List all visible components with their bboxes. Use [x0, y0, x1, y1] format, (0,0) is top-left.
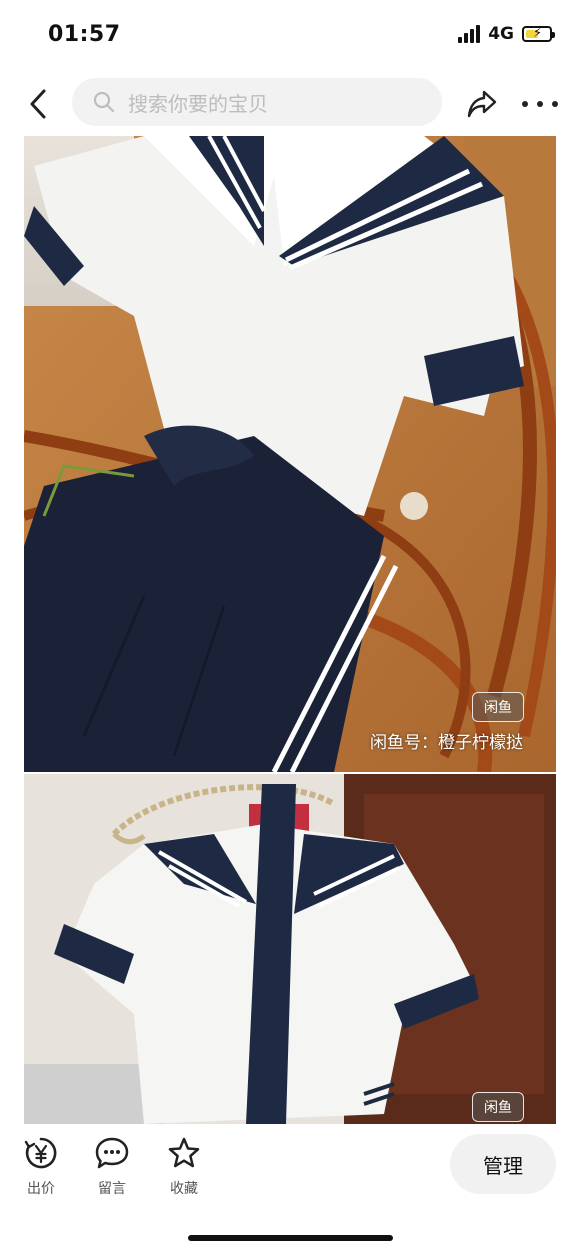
battery-icon: ⚡	[522, 26, 555, 42]
top-nav: 搜索你要的宝贝	[0, 78, 580, 128]
charging-bolt-icon: ⚡	[533, 26, 543, 41]
network-type: 4G	[488, 24, 514, 44]
blouse-on-hanger-image	[24, 774, 556, 1124]
manage-button[interactable]: 管理	[450, 1134, 556, 1194]
comment-button[interactable]: 留言	[87, 1136, 137, 1198]
yen-coin-icon	[24, 1137, 57, 1169]
share-button[interactable]	[462, 86, 502, 122]
xianyu-watermark-logo: 闲鱼	[472, 1092, 524, 1122]
xianyu-watermark-logo: 闲鱼	[472, 692, 524, 722]
star-icon	[168, 1137, 200, 1168]
status-indicators: 4G ⚡	[458, 24, 555, 44]
xianyu-watermark-text: 闲鱼号：橙子柠檬挞	[370, 733, 523, 753]
signal-icon	[458, 25, 481, 43]
favorite-label: 收藏	[170, 1181, 198, 1197]
share-arrow-icon	[467, 90, 497, 118]
more-dot-icon	[537, 101, 543, 107]
bid-label: 出价	[27, 1181, 55, 1197]
more-dot-icon	[552, 101, 558, 107]
product-photo-2[interactable]: 闲鱼	[24, 774, 556, 1124]
favorite-button[interactable]: 收藏	[159, 1136, 209, 1198]
bid-button[interactable]: 出价	[16, 1136, 66, 1198]
uniform-on-chair-image	[24, 136, 556, 772]
status-time: 01:57	[48, 22, 121, 47]
more-options-button[interactable]	[522, 92, 558, 116]
more-dot-icon	[522, 101, 528, 107]
chat-bubble-icon	[95, 1137, 129, 1169]
search-placeholder: 搜索你要的宝贝	[128, 91, 268, 116]
home-indicator[interactable]	[188, 1235, 393, 1241]
comment-label: 留言	[98, 1181, 126, 1197]
back-button[interactable]	[20, 84, 56, 124]
status-bar: 01:57 4G ⚡	[0, 0, 580, 70]
search-icon	[93, 91, 115, 113]
chevron-left-icon	[30, 89, 46, 119]
search-input[interactable]: 搜索你要的宝贝	[72, 78, 442, 126]
product-photo-1[interactable]: 闲鱼 闲鱼号：橙子柠檬挞	[24, 136, 556, 772]
